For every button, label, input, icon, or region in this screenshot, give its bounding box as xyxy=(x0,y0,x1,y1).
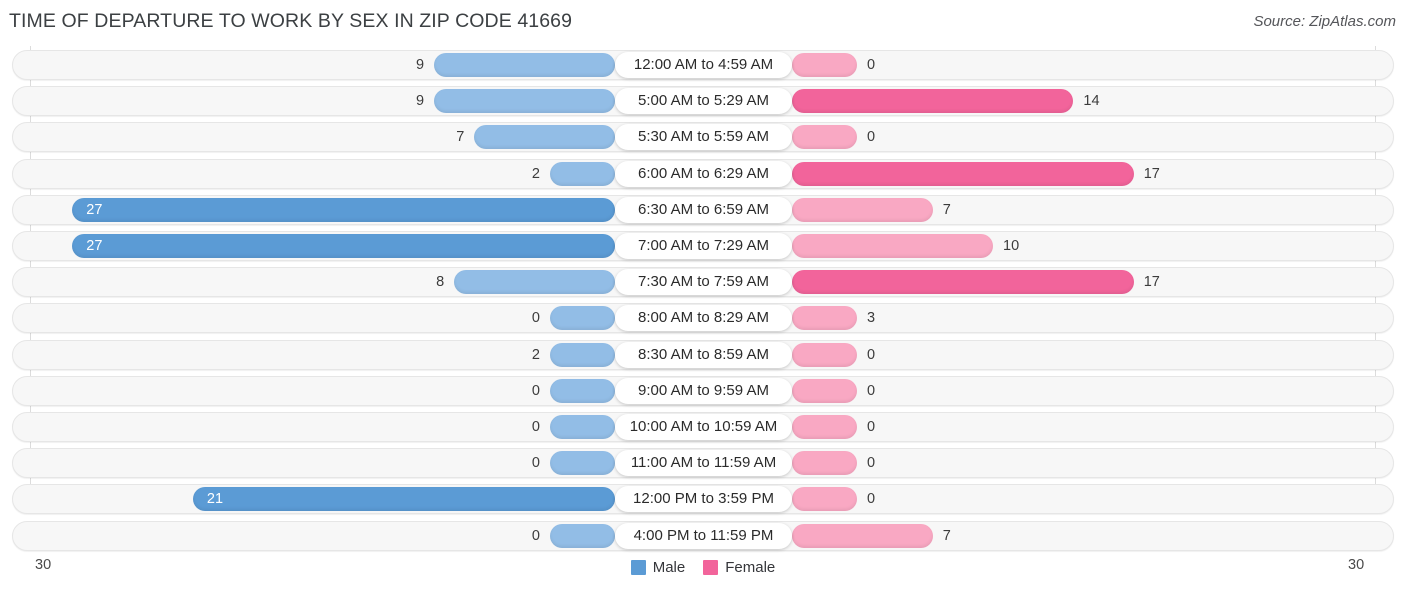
female-bar[interactable] xyxy=(792,234,993,258)
legend-label-female: Female xyxy=(725,559,776,576)
female-bar[interactable] xyxy=(792,125,857,150)
female-bar[interactable] xyxy=(792,342,857,367)
chart-header: TIME OF DEPARTURE TO WORK BY SEX IN ZIP … xyxy=(0,0,1406,46)
male-bar[interactable] xyxy=(550,378,615,403)
male-value-label: 0 xyxy=(531,455,540,472)
male-value-label: 0 xyxy=(531,419,540,435)
female-bar[interactable] xyxy=(792,378,857,403)
table-row[interactable]: 0 3 8:00 AM to 8:29 AM xyxy=(12,303,1394,334)
male-value-label: 0 xyxy=(531,527,540,544)
male-value-label: 21 xyxy=(206,491,224,508)
female-value-label: 0 xyxy=(867,382,876,399)
female-bar[interactable] xyxy=(792,89,1074,114)
table-row[interactable]: 0 0 9:00 AM to 9:59 AM xyxy=(12,375,1394,406)
category-label: 8:00 AM to 8:29 AM xyxy=(615,305,792,332)
female-bar[interactable] xyxy=(792,270,1134,295)
female-bar[interactable] xyxy=(792,523,933,548)
female-value-label: 0 xyxy=(867,129,876,146)
male-bar[interactable] xyxy=(550,161,615,186)
male-bar[interactable] xyxy=(550,451,615,476)
female-bar[interactable] xyxy=(792,487,857,512)
table-row[interactable]: 21 0 12:00 PM to 3:59 PM xyxy=(12,484,1394,515)
chart-footer: 30 30 Male Female xyxy=(0,551,1406,595)
category-label: 6:00 AM to 6:29 AM xyxy=(615,160,792,187)
legend-item-female[interactable]: Female xyxy=(703,559,775,576)
male-value-label: 8 xyxy=(436,274,445,291)
female-value-label: 0 xyxy=(867,455,876,472)
chart-legend: Male Female xyxy=(0,559,1406,576)
category-label: 7:00 AM to 7:29 AM xyxy=(615,233,792,259)
chart-page: TIME OF DEPARTURE TO WORK BY SEX IN ZIP … xyxy=(0,0,1406,595)
male-color-swatch xyxy=(630,560,646,575)
category-label: 12:00 AM to 4:59 AM xyxy=(615,52,792,78)
male-bar[interactable] xyxy=(550,306,615,331)
category-label: 9:00 AM to 9:59 AM xyxy=(615,377,792,404)
table-row[interactable]: 2 0 8:30 AM to 8:59 AM xyxy=(12,339,1394,370)
male-bar[interactable] xyxy=(454,270,615,295)
male-bar[interactable] xyxy=(474,125,615,150)
female-value-label: 0 xyxy=(867,419,876,435)
female-bar[interactable] xyxy=(792,53,857,77)
female-value-label: 7 xyxy=(942,527,951,544)
male-bar[interactable] xyxy=(550,342,615,367)
female-value-label: 7 xyxy=(942,201,951,218)
category-label: 11:00 AM to 11:59 AM xyxy=(615,450,792,477)
female-bar[interactable] xyxy=(792,161,1134,186)
female-value-label: 17 xyxy=(1143,165,1160,182)
female-bar[interactable] xyxy=(792,306,857,331)
table-row[interactable]: 0 0 10:00 AM to 10:59 AM xyxy=(12,412,1394,442)
category-label: 10:00 AM to 10:59 AM xyxy=(615,414,792,440)
male-value-label: 7 xyxy=(456,129,465,146)
female-value-label: 14 xyxy=(1083,93,1100,110)
category-label: 12:00 PM to 3:59 PM xyxy=(615,486,792,513)
male-bar[interactable] xyxy=(550,415,615,439)
female-bar[interactable] xyxy=(792,451,857,476)
category-label: 5:00 AM to 5:29 AM xyxy=(615,88,792,115)
table-row[interactable]: 2 17 6:00 AM to 6:29 AM xyxy=(12,158,1394,189)
male-bar[interactable] xyxy=(72,197,615,222)
category-label: 6:30 AM to 6:59 AM xyxy=(615,196,792,223)
table-row[interactable]: 8 17 7:30 AM to 7:59 AM xyxy=(12,267,1394,298)
legend-item-male[interactable]: Male xyxy=(630,559,686,576)
table-row[interactable]: 0 0 11:00 AM to 11:59 AM xyxy=(12,448,1394,479)
category-label: 8:30 AM to 8:59 AM xyxy=(615,341,792,368)
legend-label-male: Male xyxy=(652,559,686,576)
page-title: TIME OF DEPARTURE TO WORK BY SEX IN ZIP … xyxy=(9,10,573,32)
category-label: 7:30 AM to 7:59 AM xyxy=(615,269,792,296)
male-value-label: 9 xyxy=(416,57,425,73)
diverging-bar-chart: 9 0 12:00 AM to 4:59 AM 9 14 5:00 AM to 5:29 … xyxy=(0,46,1406,551)
category-label: 5:30 AM to 5:59 AM xyxy=(615,124,792,151)
category-label: 4:00 PM to 11:59 PM xyxy=(615,522,792,549)
female-value-label: 0 xyxy=(867,57,876,73)
male-value-label: 2 xyxy=(531,165,540,182)
table-row[interactable]: 9 0 12:00 AM to 4:59 AM xyxy=(12,50,1394,80)
table-row[interactable]: 27 10 7:00 AM to 7:29 AM xyxy=(12,231,1394,261)
male-bar[interactable] xyxy=(434,53,615,77)
source-attribution: Source: ZipAtlas.com xyxy=(1253,13,1396,30)
female-value-label: 17 xyxy=(1143,274,1160,291)
table-row[interactable]: 27 7 6:30 AM to 6:59 AM xyxy=(12,194,1394,225)
female-value-label: 0 xyxy=(867,346,876,363)
female-color-swatch xyxy=(703,560,719,575)
female-value-label: 3 xyxy=(867,310,876,327)
female-value-label: 10 xyxy=(1003,238,1020,254)
table-row[interactable]: 9 14 5:00 AM to 5:29 AM xyxy=(12,86,1394,117)
female-value-label: 0 xyxy=(867,491,876,508)
male-bar[interactable] xyxy=(192,487,615,512)
male-bar[interactable] xyxy=(434,89,615,114)
male-value-label: 27 xyxy=(86,201,103,218)
male-value-label: 9 xyxy=(416,93,425,110)
male-value-label: 2 xyxy=(531,346,540,363)
table-row[interactable]: 7 0 5:30 AM to 5:59 AM xyxy=(12,122,1394,153)
male-bar[interactable] xyxy=(72,234,615,258)
female-bar[interactable] xyxy=(792,197,933,222)
male-value-label: 27 xyxy=(86,238,103,254)
male-value-label: 0 xyxy=(531,382,540,399)
male-bar[interactable] xyxy=(550,523,615,548)
male-value-label: 0 xyxy=(531,310,540,327)
table-row[interactable]: 0 7 4:00 PM to 11:59 PM xyxy=(12,520,1394,551)
female-bar[interactable] xyxy=(792,415,857,439)
